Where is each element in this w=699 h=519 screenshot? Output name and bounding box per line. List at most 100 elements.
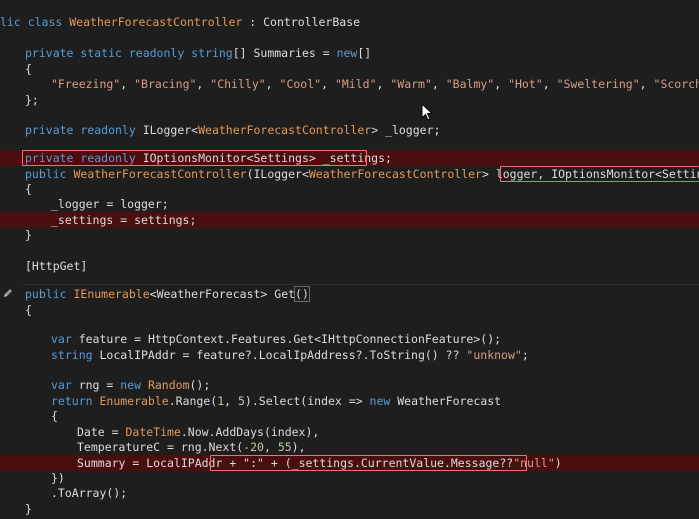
- token: var: [51, 378, 72, 392]
- token: [] Summaries =: [232, 46, 337, 60]
- string-token: "Chilly": [210, 77, 266, 91]
- code-line-close-brace: }: [0, 501, 699, 517]
- token: {: [51, 409, 58, 423]
- token: feature = HttpContext.Features.Get<IHttp…: [71, 332, 502, 346]
- token: ();: [189, 378, 211, 392]
- token: ,: [263, 440, 278, 454]
- token: .Range(: [168, 394, 218, 408]
- class-name-token: IEnumerable: [73, 287, 150, 301]
- code-line-rng-var: var rng = new Random();: [0, 377, 699, 393]
- token: : ControllerBase: [242, 15, 361, 29]
- token: {: [25, 303, 32, 317]
- token: > logger: [481, 167, 538, 181]
- token: new: [336, 46, 358, 60]
- string-token: "Cool": [279, 77, 322, 91]
- string-token: "Sweltering": [556, 77, 640, 91]
- class-name-token: Random: [147, 378, 190, 392]
- code-line-class-declaration: lic class WeatherForecastController : Co…: [0, 14, 699, 30]
- token: {: [25, 62, 32, 76]
- code-line-close-brace: };: [0, 92, 699, 108]
- token: string: [191, 46, 233, 60]
- token: string: [51, 348, 93, 362]
- code-line-return: return Enumerable.Range(1, 5).Select(ind…: [0, 393, 699, 409]
- token: _logger = logger;: [51, 197, 169, 211]
- token: Summary = LocalIPAddr: [77, 456, 230, 470]
- class-name-token: WeatherForecastController: [69, 15, 243, 29]
- token: ,: [542, 77, 557, 91]
- token: }: [25, 228, 32, 242]
- token: public: [25, 167, 74, 181]
- token: (ILogger<: [246, 167, 309, 181]
- token: private static readonly: [25, 46, 192, 60]
- token: ILogger<: [142, 123, 199, 137]
- code-line-summaries-field: private static readonly string[] Summari…: [0, 45, 699, 61]
- token: ,: [321, 77, 335, 91]
- token: TemperatureC = rng.Next(: [77, 440, 244, 454]
- token: ,: [431, 77, 446, 91]
- token: }): [51, 471, 65, 485]
- token: (): [294, 286, 310, 302]
- code-line-toarray: .ToArray();: [0, 485, 699, 501]
- code-line-assign-logger: _logger = logger;: [0, 196, 699, 212]
- token: private readonly: [25, 123, 143, 137]
- token: ,: [494, 77, 509, 91]
- code-line-summary: Summary = LocalIPAddr + ":" + (_settings…: [0, 455, 699, 471]
- code-line-logger-field: private readonly ILogger<WeatherForecast…: [0, 122, 699, 138]
- code-line-assign-settings: _settings = settings;: [0, 212, 699, 228]
- token: IOptionsMonitor<Settings> _settings;: [142, 151, 392, 165]
- token: .Now.AddDays(index),: [180, 425, 320, 439]
- code-line-open-brace: {: [0, 302, 699, 318]
- token: new: [120, 378, 148, 392]
- code-line-open-brace: {: [0, 181, 699, 197]
- code-line-httpget-attribute: [HttpGet]: [0, 258, 699, 274]
- string-token: "Hot": [508, 77, 543, 91]
- code-line-settings-field: private readonly IOptionsMonitor<Setting…: [0, 150, 699, 166]
- code-line-localipaddr: string LocalIPAddr = feature?.LocalIpAdd…: [0, 347, 699, 363]
- token: rng =: [71, 378, 121, 392]
- code-line-close-select: }): [0, 470, 699, 486]
- string-token: "unknow": [466, 348, 522, 362]
- token: private readonly: [25, 151, 143, 165]
- class-name-token: WeatherForecastController: [308, 167, 482, 181]
- token: };: [25, 93, 39, 107]
- code-line-open-brace: {: [0, 61, 699, 77]
- token: ,: [265, 77, 280, 91]
- token: [HttpGet]: [25, 259, 88, 273]
- token: Date =: [77, 425, 126, 439]
- token: return: [51, 394, 100, 408]
- token: lic class: [0, 15, 70, 29]
- code-line-date: Date = DateTime.Now.AddDays(index),: [0, 424, 699, 440]
- token: {: [25, 182, 32, 196]
- token: <WeatherForecast> Get: [149, 287, 296, 301]
- code-line-get-method: public IEnumerable<WeatherForecast> Get(…: [0, 286, 699, 302]
- token: ).Select(index =>: [244, 394, 370, 408]
- code-line-constructor: public WeatherForecastController(ILogger…: [0, 166, 699, 182]
- code-line-summary-values: "Freezing", "Bracing", "Chilly", "Cool",…: [0, 76, 699, 92]
- number-token: 55: [277, 440, 292, 454]
- token: new: [369, 394, 398, 408]
- string-token: "Scorching": [653, 77, 699, 91]
- token: []: [357, 46, 372, 60]
- token: ),: [291, 440, 306, 454]
- token: > _logger;: [371, 123, 441, 137]
- string-token: "Freezing": [51, 77, 121, 91]
- token: LocalIPAddr = feature?.LocalIpAddress?.T…: [92, 348, 467, 362]
- mouse-pointer-icon: [421, 103, 433, 121]
- token: ,: [196, 77, 211, 91]
- code-line-temperature: TemperatureC = rng.Next(-20, 55),: [0, 439, 699, 455]
- token: + ":" + (_settings.CurrentValue.Message?…: [229, 456, 514, 470]
- class-name-token: WeatherForecastController: [73, 167, 247, 181]
- code-line-close-brace: }: [0, 227, 699, 243]
- string-token: "null": [513, 456, 555, 470]
- string-token: "Mild": [334, 77, 377, 91]
- string-token: "Bracing": [134, 77, 197, 91]
- class-name-token: Enumerable: [99, 394, 169, 408]
- token: ,: [639, 77, 654, 91]
- number-token: 5: [237, 394, 245, 408]
- token: ;: [521, 348, 529, 362]
- code-editor[interactable]: lic class WeatherForecastController : Co…: [0, 0, 699, 519]
- method-separator: [22, 284, 699, 285]
- token: ,: [120, 77, 135, 91]
- code-line-feature-var: var feature = HttpContext.Features.Get<I…: [0, 331, 699, 347]
- class-name-token: WeatherForecastController: [198, 123, 372, 137]
